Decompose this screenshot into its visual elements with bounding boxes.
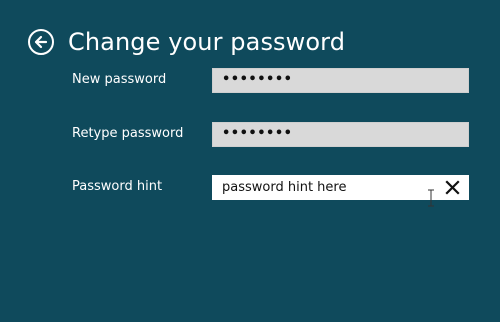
back-button[interactable] — [28, 29, 54, 55]
retype-password-field[interactable]: •••••••• — [212, 122, 469, 147]
new-password-field[interactable]: •••••••• — [212, 68, 469, 93]
password-hint-label: Password hint — [72, 179, 163, 194]
new-password-value: •••••••• — [222, 72, 293, 87]
change-password-screen: Change your password New password ••••••… — [0, 0, 500, 322]
password-hint-value: password hint here — [222, 180, 347, 195]
page-title: Change your password — [68, 28, 346, 56]
clear-x-icon[interactable] — [445, 180, 460, 195]
back-arrow-circle-icon — [34, 35, 48, 49]
retype-password-label: Retype password — [72, 126, 184, 141]
password-hint-field[interactable]: password hint here — [212, 175, 469, 207]
text-cursor-icon — [428, 189, 434, 207]
retype-password-value: •••••••• — [222, 126, 293, 141]
new-password-label: New password — [72, 72, 167, 87]
